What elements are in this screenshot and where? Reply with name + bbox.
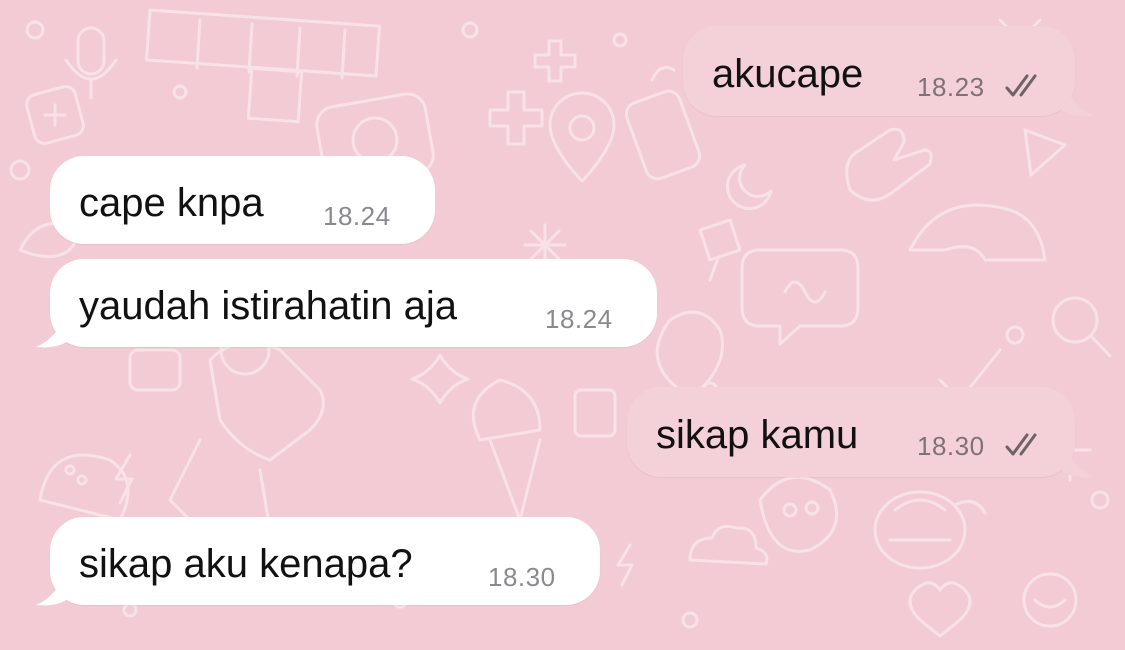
message-timestamp: 18.24 [323, 201, 391, 231]
incoming-message-bubble[interactable]: cape knpa 18.24 [50, 156, 435, 244]
message-timestamp: 18.24 [545, 304, 613, 334]
bubble-tail-left [36, 567, 70, 606]
message-timestamp: 18.23 [917, 72, 985, 102]
incoming-message-bubble[interactable]: sikap aku kenapa? 18.30 [50, 517, 600, 605]
message-text: sikap aku kenapa? [79, 542, 413, 586]
message-timestamp: 18.30 [488, 562, 556, 592]
bubble-tail-right [1060, 78, 1094, 117]
double-check-icon [1005, 74, 1037, 97]
message-text: yaudah istirahatin aja [79, 284, 458, 328]
message-text: akucape [712, 52, 864, 96]
bubble-tail-left [36, 309, 70, 348]
outgoing-message-bubble[interactable]: sikap kamu 18.30 [627, 387, 1075, 477]
bubble-tail-right [1060, 439, 1094, 478]
incoming-message-bubble[interactable]: yaudah istirahatin aja 18.24 [50, 259, 657, 347]
chat-thread: akucape 18.23 cape knpa 18.24 yaudah ist… [0, 0, 1125, 650]
message-text: cape knpa [79, 181, 264, 225]
outgoing-message-bubble[interactable]: akucape 18.23 [683, 26, 1075, 116]
double-check-icon [1005, 433, 1037, 456]
message-text: sikap kamu [656, 413, 859, 457]
message-timestamp: 18.30 [917, 431, 985, 461]
